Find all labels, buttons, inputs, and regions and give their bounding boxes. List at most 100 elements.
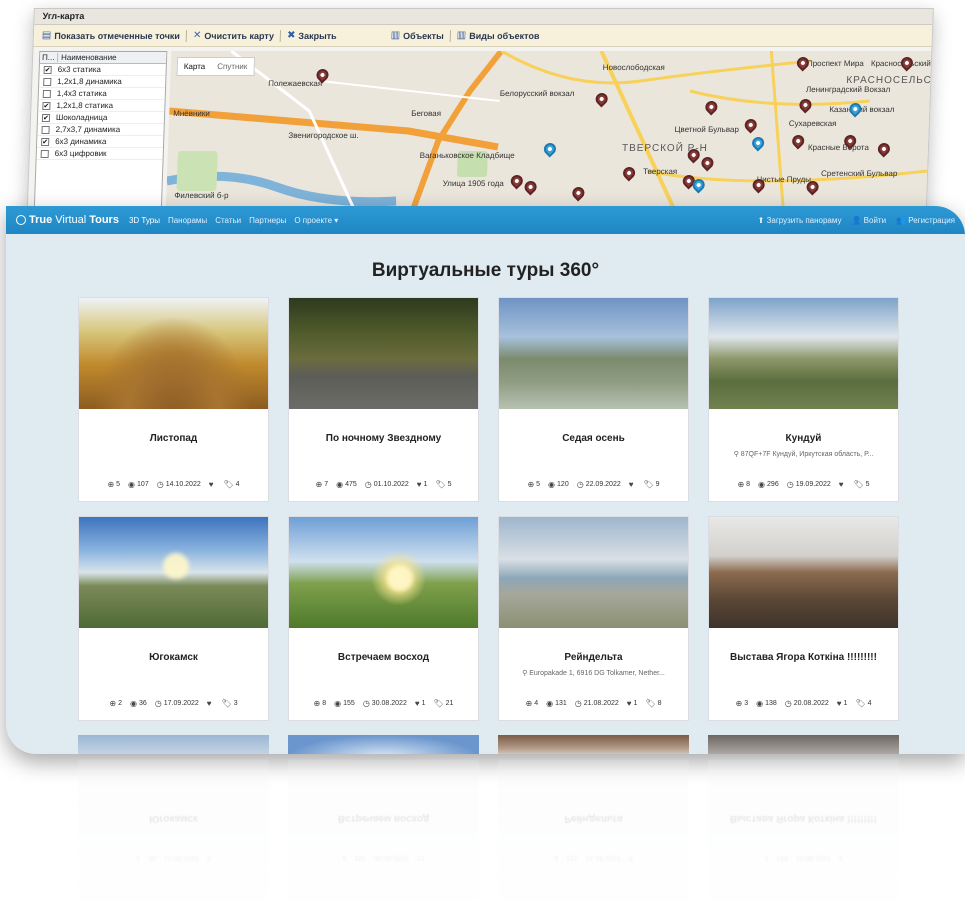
tour-thumbnail[interactable] (709, 517, 898, 628)
clock-icon: ◷ (154, 699, 162, 708)
tour-card-body: Седая осень ⊕ 5 ◉ 120 ◷ 22.09.2022 ♥ 🏷 9 (499, 409, 688, 501)
tour-card[interactable]: Встречаем восход ⊕ 8 ◉ 155 ◷ 30.08.2022 ♥ 1 🏷 21 (288, 516, 479, 721)
tour-title[interactable]: Выстава Ягора Коткіна !!!!!!!!! (730, 652, 877, 663)
layer-checkbox[interactable] (40, 149, 49, 158)
tour-thumbnail[interactable] (79, 517, 268, 628)
stat-panos: ⊕ 2 (109, 699, 122, 708)
tour-card[interactable]: Листопад ⊕ 5 ◉ 107 ◷ 14.10.2022 ♥ 🏷 4 (78, 297, 269, 502)
tour-card[interactable]: Рейндельта ⚲ Europakade 1, 6916 DG Tolkam… (498, 516, 689, 721)
eye-icon: ◉ (129, 699, 137, 708)
tour-card-body: Югокамск ⊕ 2 ◉ 36 ◷ 17.09.2022 ♥ 🏷 3 (79, 628, 268, 720)
stat-date: ◷ 22.09.2022 (576, 480, 621, 489)
toolbar-separator (279, 29, 282, 42)
nav-panoramas[interactable]: Панорамы (168, 216, 207, 225)
tour-title[interactable]: Встречаем восход (338, 652, 429, 663)
nav-about-dropdown[interactable]: О проекте ▾ (294, 216, 338, 225)
tour-title[interactable]: Кундуй (786, 433, 822, 444)
tour-title[interactable]: Седая осень (562, 433, 625, 444)
stat-panos: ⊕ 8 (737, 480, 751, 489)
tour-title[interactable]: Листопад (150, 433, 198, 444)
tour-title[interactable]: По ночному Звездному (326, 433, 441, 444)
tour-card[interactable]: Кундуй ⚲ 87QF+7F Кундуй, Иркутская област… (708, 297, 899, 502)
clock-icon: ◷ (784, 699, 792, 708)
map-label: Ленинградский Вокзал (805, 85, 891, 94)
layer-row[interactable]: 2,7х3,7 динамика (37, 124, 164, 136)
stat-tags: 🏷 4 (855, 699, 872, 708)
layers-header: П... Наименование (39, 52, 167, 64)
login-link[interactable]: 👤 Войти (851, 216, 886, 225)
tour-card-body: Встречаем восход ⊕ 8 ◉ 155 ◷ 30.08.2022 ♥ 1 🏷 21 (289, 628, 478, 720)
map-label: Цветной Бульвар (674, 125, 740, 134)
tags-icon: 🏷 (433, 699, 444, 708)
stat-likes[interactable]: ♥ (839, 480, 846, 489)
tour-stats: ⊕ 3 ◉ 138 ◷ 20.08.2022 ♥ 1 🏷 4 (735, 699, 871, 708)
location-pin-icon: ⚲ (733, 451, 741, 458)
stat-likes[interactable]: ♥ 1 (627, 699, 638, 708)
layer-row[interactable]: ✔ 1,2х1,8 статика (38, 100, 165, 112)
tour-thumbnail[interactable] (708, 735, 899, 754)
stat-views: ◉ 36 (129, 699, 147, 708)
tour-thumbnail[interactable] (288, 735, 479, 754)
layer-row[interactable]: ✔ 6х3 динамика (36, 136, 164, 148)
tour-thumbnail[interactable] (498, 735, 689, 754)
tour-thumbnail[interactable] (289, 298, 478, 409)
objects-button[interactable]: ▥ Объекты (391, 30, 444, 41)
layer-checkbox[interactable]: ✔ (42, 101, 51, 110)
site-logo[interactable]: True Virtual Tours (16, 214, 119, 226)
layer-checkbox[interactable]: ✔ (41, 113, 51, 122)
stat-likes[interactable]: ♥ (209, 480, 216, 489)
pano-icon: ⊕ (525, 699, 533, 708)
tour-thumbnail[interactable] (499, 298, 688, 409)
tour-thumbnail[interactable] (499, 517, 688, 628)
tags-icon: 🏷 (435, 480, 446, 489)
tour-card[interactable]: По ночному Звездному ⊕ 7 ◉ 475 ◷ 01.10.2022 ♥ 1 🏷… (288, 297, 479, 502)
close-icon: ✖ (286, 30, 296, 41)
tour-card[interactable]: Выстава Ягора Коткіна !!!!!!!!! ⊕ 3 ◉ 138 ◷ 20… (708, 516, 899, 721)
nav-partners[interactable]: Партнеры (249, 216, 286, 225)
layer-checkbox[interactable]: ✔ (43, 65, 52, 74)
tour-card-body: Кундуй ⚲ 87QF+7F Кундуй, Иркутская област… (709, 409, 898, 501)
close-button[interactable]: ✖ Закрыть (287, 30, 337, 41)
layer-checkbox[interactable] (42, 89, 51, 98)
layer-row[interactable]: 6х3 цифровик (36, 148, 163, 160)
nav-articles[interactable]: Статьи (215, 216, 241, 225)
tour-thumbnail[interactable] (78, 735, 269, 754)
layer-checkbox[interactable] (41, 125, 50, 134)
layer-checkbox[interactable]: ✔ (41, 137, 50, 146)
clear-map-button[interactable]: ✕ Очистить карту (193, 30, 274, 41)
tour-title[interactable]: Югокамск (149, 652, 198, 663)
map-view[interactable]: Карта Спутник Полежаевская Новослободска… (165, 51, 932, 228)
eye-icon: ◉ (334, 699, 342, 708)
tour-thumbnail[interactable] (79, 298, 268, 409)
register-link[interactable]: 👥 Регистрация (896, 216, 955, 225)
stat-likes[interactable]: ♥ 1 (415, 699, 426, 708)
tour-card[interactable]: Седая осень ⊕ 5 ◉ 120 ◷ 22.09.2022 ♥ 🏷 9 (498, 297, 689, 502)
tab-map[interactable]: Карта (178, 58, 212, 75)
stat-likes[interactable]: ♥ (629, 480, 636, 489)
tour-card-body: По ночному Звездному ⊕ 7 ◉ 475 ◷ 01.10.2022 ♥ 1 🏷… (289, 409, 478, 501)
stat-likes[interactable]: ♥ 1 (417, 480, 428, 489)
eye-icon: ◉ (546, 699, 554, 708)
clear-icon: ✕ (192, 30, 202, 41)
tour-thumbnail[interactable] (289, 517, 478, 628)
tour-card[interactable]: Югокамск ⊕ 2 ◉ 36 ◷ 17.09.2022 ♥ 🏷 3 (78, 516, 269, 721)
stat-tags: 🏷 5 (435, 480, 452, 489)
object-types-button[interactable]: ▥ Виды объектов (457, 30, 540, 41)
tour-thumbnail[interactable] (709, 298, 898, 409)
layer-row[interactable]: 1,4х3 статика (38, 88, 166, 100)
tour-stats: ⊕ 8 ◉ 296 ◷ 19.09.2022 ♥ 🏷 5 (737, 480, 869, 489)
tour-card-body: Выстава Ягора Коткіна !!!!!!!!! ⊕ 3 ◉ 138 ◷ 20… (709, 628, 898, 720)
tour-card-body: Листопад ⊕ 5 ◉ 107 ◷ 14.10.2022 ♥ 🏷 4 (79, 409, 268, 501)
layer-row[interactable]: ✔ Шоколадница (37, 112, 165, 124)
layer-row[interactable]: ✔ 6х3 статика (39, 64, 166, 76)
upload-panorama-link[interactable]: ⬆ Загрузить панораму (758, 216, 842, 225)
nav-3d-tours[interactable]: 3D Туры (129, 216, 160, 225)
stat-likes[interactable]: ♥ (207, 699, 214, 708)
stat-tags: 🏷 8 (645, 699, 662, 708)
show-marked-button[interactable]: ▤ Показать отмеченные точки (42, 30, 180, 41)
layer-checkbox[interactable] (43, 77, 52, 86)
tour-title[interactable]: Рейндельта (564, 652, 622, 663)
tab-satellite[interactable]: Спутник (211, 58, 254, 75)
layer-row[interactable]: 1,2х1,8 динамика (39, 76, 166, 88)
stat-likes[interactable]: ♥ 1 (837, 699, 848, 708)
